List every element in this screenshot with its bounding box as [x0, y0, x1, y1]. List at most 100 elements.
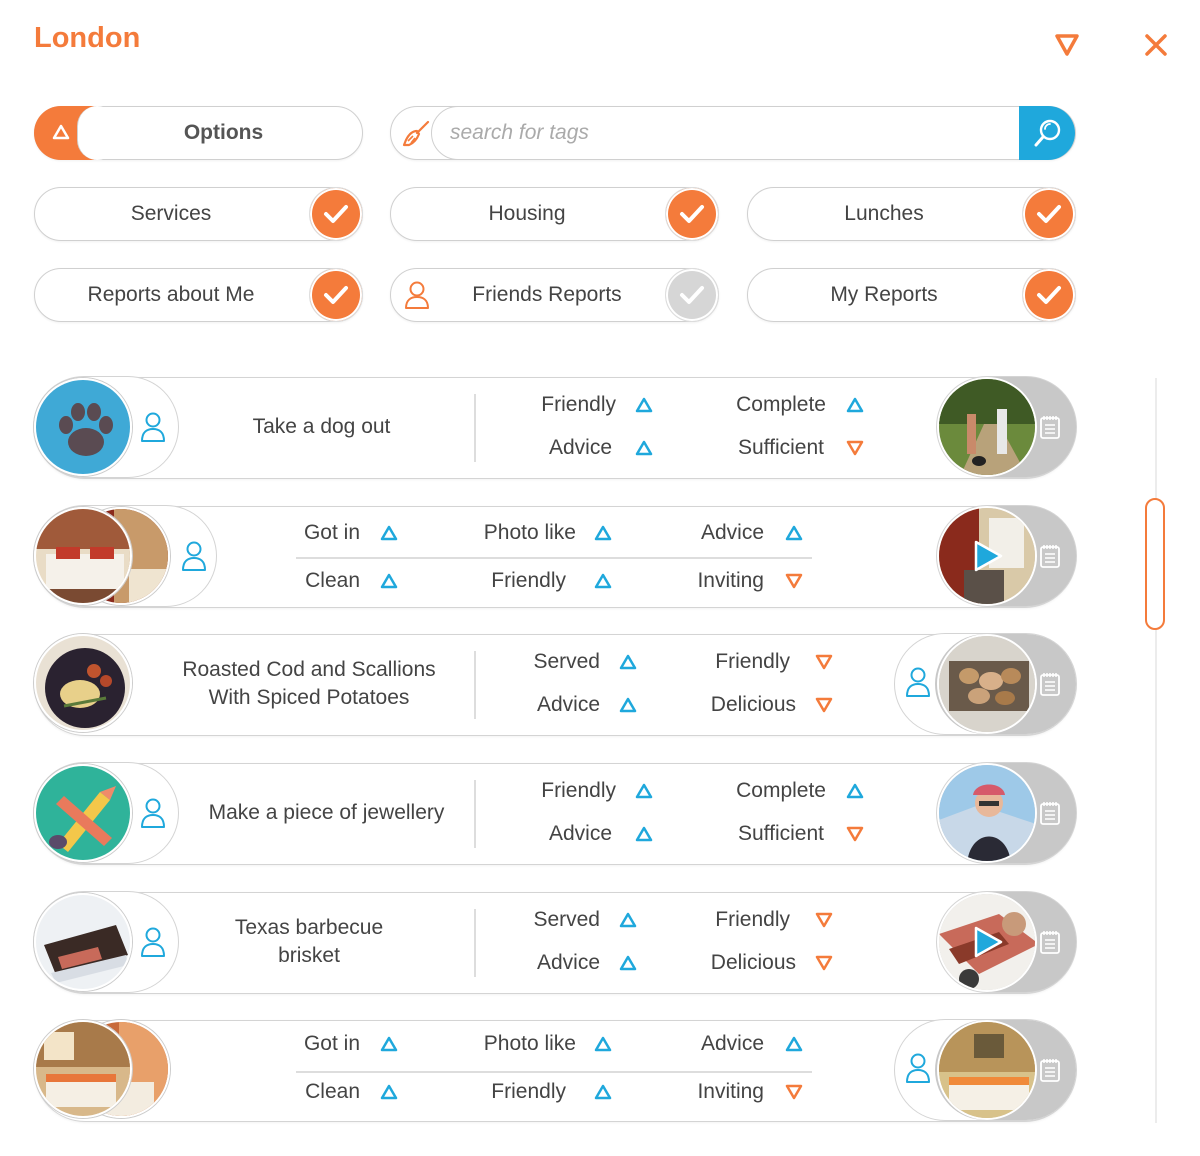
dish-photo [34, 634, 132, 732]
report-row[interactable]: Roasted Cod and Scallions With Spiced Po… [34, 633, 1077, 736]
triangle-down-icon [815, 912, 833, 928]
tag-label: Photo like [483, 521, 576, 544]
filter-label: Housing [488, 202, 566, 225]
report-row[interactable]: Got in Photo like Advice Clean Friendly … [33, 505, 1077, 608]
person-icon [906, 667, 930, 697]
report-title: Take a dog out [252, 415, 391, 438]
filter-label: My Reports [830, 283, 938, 306]
triangle-down-icon [785, 1084, 803, 1100]
filter-label: Friends Reports [472, 283, 622, 306]
filter-friends-reports[interactable]: Friends Reports [390, 268, 719, 322]
title-line: Texas barbecue [234, 916, 384, 939]
filter-services[interactable]: Services [34, 187, 363, 241]
triangle-up-icon [635, 826, 653, 842]
search-button[interactable] [1019, 106, 1075, 160]
play-icon[interactable] [972, 539, 1004, 573]
divider [474, 909, 476, 977]
triangle-up-icon [785, 1036, 803, 1052]
page-title: London [34, 22, 141, 54]
report-row[interactable]: Texas barbecue brisket Served Friendly A… [33, 891, 1077, 994]
report-row[interactable]: Got in Photo like Advice Clean Friendly … [34, 1019, 1077, 1122]
filter-label: Services [130, 202, 212, 225]
filter-checkbox[interactable] [665, 268, 719, 322]
row-right-cap [894, 633, 1077, 735]
notes-icon[interactable] [1038, 414, 1062, 440]
filter-lunches[interactable]: Lunches [747, 187, 1076, 241]
triangle-up-icon [380, 1084, 398, 1100]
triangle-up-icon [619, 912, 637, 928]
play-icon[interactable] [972, 925, 1004, 959]
filter-my-reports[interactable]: My Reports [747, 268, 1076, 322]
check-icon [680, 286, 704, 304]
search-input[interactable] [450, 107, 1010, 158]
tag-label: Friendly [541, 779, 616, 802]
row-right-cap [936, 376, 1077, 478]
tag-label: Inviting [697, 569, 764, 592]
notes-icon[interactable] [1038, 800, 1062, 826]
triangle-up-icon [380, 573, 398, 589]
triangle-up-icon [594, 573, 612, 589]
triangle-down-icon[interactable] [1054, 33, 1080, 57]
person-icon [141, 927, 165, 957]
person-icon [182, 541, 206, 571]
filter-checkbox[interactable] [665, 187, 719, 241]
bedroom-photo [34, 1020, 132, 1118]
notes-icon[interactable] [1038, 929, 1062, 955]
triangle-down-icon [785, 573, 803, 589]
thumbnail-image[interactable] [937, 377, 1037, 477]
notes-icon[interactable] [1038, 671, 1062, 697]
triangle-up-icon [635, 397, 653, 413]
triangle-down-icon [815, 955, 833, 971]
bedroom-photo [34, 507, 132, 605]
filter-reports-about-me[interactable]: Reports about Me [34, 268, 363, 322]
tag-label: Got in [303, 521, 360, 544]
title-line: brisket [278, 944, 340, 967]
triangle-up-icon [846, 397, 864, 413]
check-icon [324, 286, 348, 304]
title-line: With Spiced Potatoes [208, 686, 410, 709]
filter-checkbox[interactable] [1022, 187, 1076, 241]
options-cap [77, 106, 117, 160]
tag-label: Inviting [697, 1080, 764, 1103]
tag-label: Served [533, 908, 600, 931]
thumbnail-image[interactable] [937, 634, 1037, 734]
tag-label: Served [533, 650, 600, 673]
filter-checkbox[interactable] [1022, 268, 1076, 322]
row-left-cap [33, 505, 217, 607]
row-right-cap [936, 891, 1077, 993]
thumbnail-image[interactable] [937, 1020, 1037, 1120]
thumbnail-image[interactable] [937, 763, 1037, 863]
tag-label: Sufficient [738, 436, 824, 459]
triangle-up-icon [594, 525, 612, 541]
broom-icon[interactable] [401, 119, 431, 149]
report-row[interactable]: Take a dog out Friendly Complete Advice … [33, 376, 1077, 479]
person-icon [141, 412, 165, 442]
notes-icon[interactable] [1038, 1057, 1062, 1083]
tag-label: Delicious [710, 951, 796, 974]
triangle-down-icon [815, 697, 833, 713]
notes-icon[interactable] [1038, 543, 1062, 569]
report-row[interactable]: Make a piece of jewellery Friendly Compl… [33, 762, 1077, 865]
triangle-up-icon [635, 440, 653, 456]
check-icon [1037, 205, 1061, 223]
filter-checkbox[interactable] [309, 187, 363, 241]
title-line: Roasted Cod and Scallions [182, 658, 436, 681]
search-icon [1034, 119, 1061, 147]
triangle-up-icon [635, 783, 653, 799]
row-right-cap [936, 762, 1077, 864]
filter-housing[interactable]: Housing [390, 187, 719, 241]
triangle-down-icon [846, 440, 864, 456]
filter-checkbox[interactable] [309, 268, 363, 322]
options-toggle[interactable]: Options [34, 106, 363, 160]
tag-label: Advice [700, 1032, 764, 1055]
tag-label: Delicious [710, 693, 796, 716]
tag-label: Friendly [715, 908, 790, 931]
triangle-up-icon [594, 1084, 612, 1100]
close-icon[interactable] [1143, 32, 1169, 58]
tag-label: Clean [305, 569, 360, 592]
filter-label: Reports about Me [87, 283, 255, 306]
triangle-up-icon [380, 1036, 398, 1052]
scrollbar-thumb[interactable] [1145, 498, 1165, 630]
divider [474, 780, 476, 848]
tag-label: Advice [548, 822, 612, 845]
